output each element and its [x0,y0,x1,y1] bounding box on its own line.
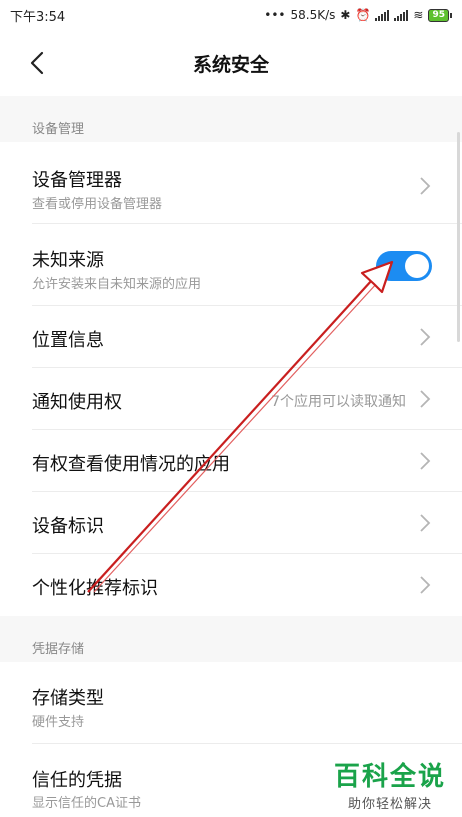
title-bar: 系统安全 [0,30,462,96]
chevron-right-icon [420,576,431,594]
chevron-right-icon [420,177,431,195]
page-title: 系统安全 [192,53,269,76]
status-time: 下午3:54 [10,9,66,25]
status-icons: ••• 58.5K/s ✱ ⏰ ≋ 95 [264,8,452,22]
section-header-credential-storage: 凭据存储 [0,616,462,662]
chevron-right-icon [420,328,431,346]
network-speed: 58.5K/s [290,8,336,22]
row-unknown-sources: 未知来源 允许安装来自未知来源的应用 [0,224,462,306]
signal-icon-2 [394,9,409,21]
row-value: 7个应用可以读取通知 [271,394,406,410]
row-title: 通知使用权 [32,392,122,413]
row-title: 有权查看使用情况的应用 [32,454,230,475]
row-title: 信任的凭据 [32,770,122,791]
row-storage-type[interactable]: 存储类型 硬件支持 [0,662,462,744]
row-device-admin[interactable]: 设备管理器 查看或停用设备管理器 [0,142,462,224]
battery-icon: 95 [428,8,452,22]
dots-icon: ••• [264,8,286,22]
watermark-sub: 助你轻松解决 [347,797,432,812]
row-personalized-ad-id[interactable]: 个性化推荐标识 [0,554,462,616]
row-title: 存储类型 [32,688,104,709]
chevron-right-icon [420,390,431,408]
row-location[interactable]: 位置信息 [0,306,462,368]
chevron-right-icon [420,514,431,532]
wifi-icon: ≋ [413,8,424,22]
chevron-left-icon [30,51,44,75]
toggle-knob [405,254,429,278]
chevron-right-icon [420,452,431,470]
row-title: 位置信息 [32,330,104,351]
row-subtitle: 允许安装来自未知来源的应用 [32,277,202,292]
row-title: 设备管理器 [32,170,122,191]
section-header-device-management: 设备管理 [0,96,462,142]
row-subtitle: 硬件支持 [32,715,85,730]
scrollbar[interactable] [457,132,460,342]
bluetooth-icon: ✱ [340,8,351,22]
back-button[interactable] [22,48,52,78]
row-subtitle: 查看或停用设备管理器 [32,197,163,212]
row-title: 个性化推荐标识 [32,578,158,599]
status-bar: 下午3:54 ••• 58.5K/s ✱ ⏰ ≋ 95 [0,0,462,30]
unknown-sources-toggle[interactable] [376,251,432,281]
row-title: 未知来源 [32,250,104,271]
row-usage-access[interactable]: 有权查看使用情况的应用 [0,430,462,492]
row-subtitle: 显示信任的CA证书 [32,796,141,811]
battery-level: 95 [428,8,449,22]
alarm-icon: ⏰ [355,8,371,22]
signal-icon [375,9,390,21]
watermark-main: 百科全说 [333,762,446,792]
watermark-logo: 百科全说 助你轻松解决 [330,756,450,812]
row-device-identifier[interactable]: 设备标识 [0,492,462,554]
row-notification-access[interactable]: 通知使用权 7个应用可以读取通知 [0,368,462,430]
row-title: 设备标识 [32,516,104,537]
